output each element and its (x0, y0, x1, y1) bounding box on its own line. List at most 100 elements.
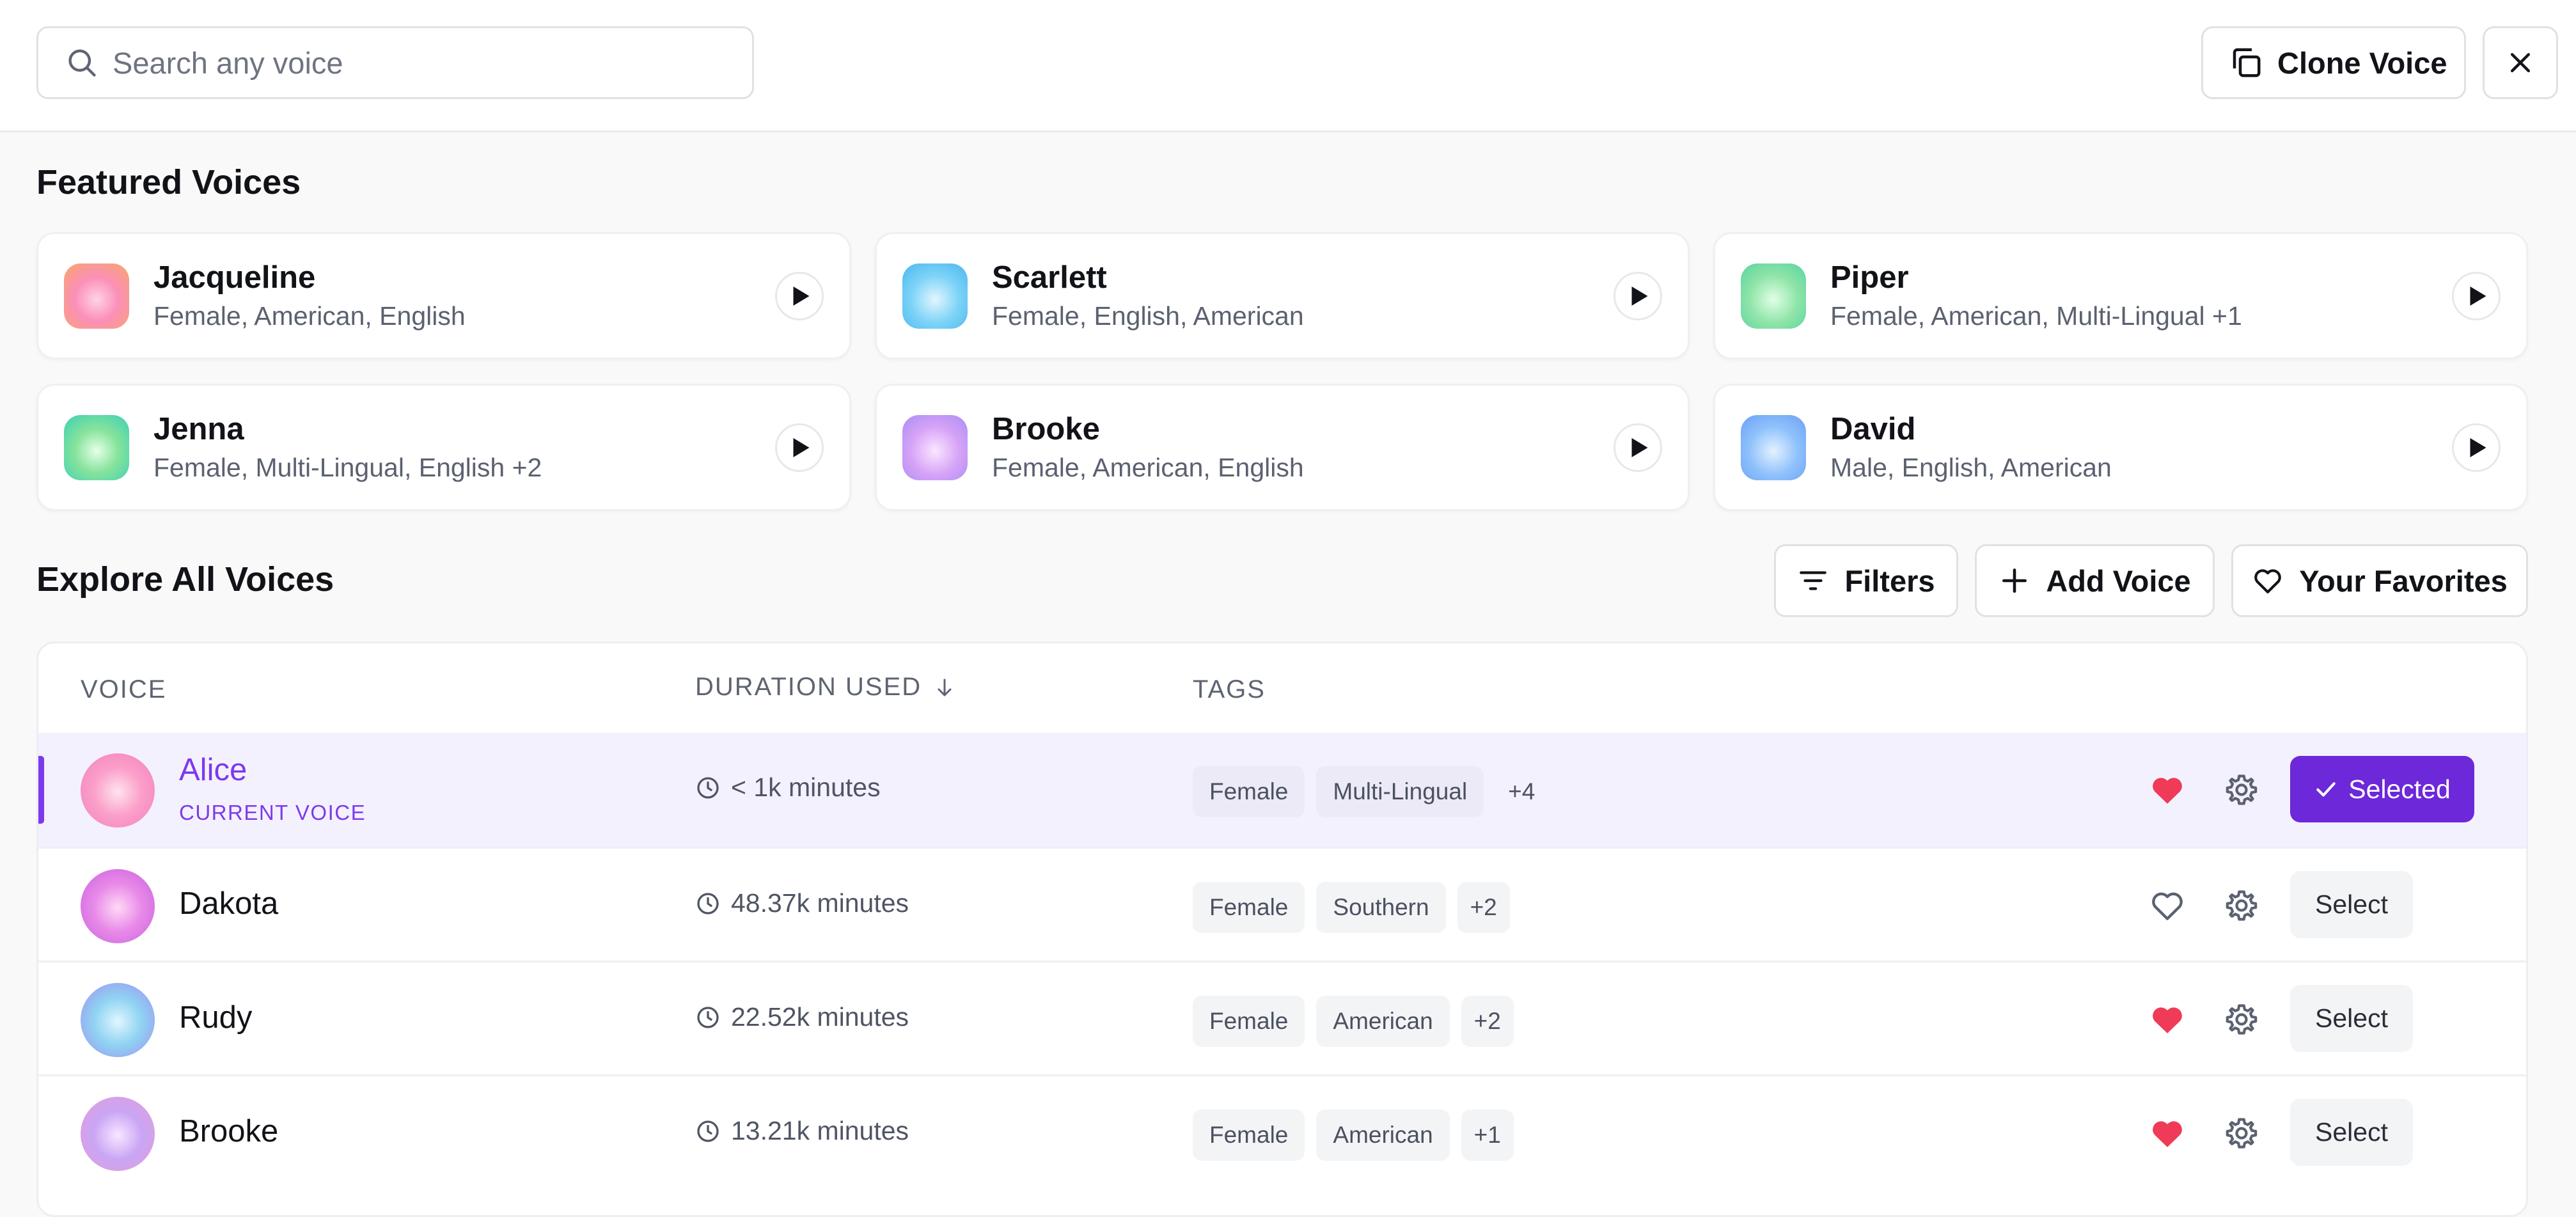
gear-icon[interactable] (2224, 1115, 2259, 1151)
featured-voice-card[interactable]: Jenna Female, Multi-Lingual, English +2 (36, 384, 851, 511)
more-tags-badge[interactable]: +2 (1461, 996, 1514, 1047)
featured-voice-tags: Female, American, Multi-Lingual +1 (1830, 301, 2242, 331)
heart-filled-icon[interactable] (2149, 1115, 2186, 1152)
add-voice-label: Add Voice (2046, 563, 2191, 598)
select-button[interactable]: Select (2290, 1099, 2413, 1166)
voice-tags: Female Multi-Lingual +4 (1193, 766, 1548, 817)
play-icon (1631, 437, 1647, 457)
search-icon (68, 49, 96, 77)
featured-voice-tags: Female, English, American (992, 301, 1304, 331)
featured-voice-name: Brooke (992, 411, 1100, 446)
clock-icon (697, 776, 719, 799)
filters-label: Filters (1844, 563, 1935, 598)
play-button[interactable] (775, 423, 824, 472)
duration-used: 22.52k minutes (695, 1002, 909, 1032)
featured-voice-name: David (1830, 411, 1916, 446)
more-tags-badge[interactable]: +2 (1457, 882, 1510, 933)
table-row[interactable]: Alice CURRENT VOICE < 1k minutes Female … (38, 733, 2526, 847)
play-button[interactable] (2452, 423, 2501, 472)
tag-badge: American (1316, 1110, 1450, 1161)
voice-name: Alice (179, 753, 247, 787)
clock-icon (697, 1006, 719, 1028)
featured-voices-grid: Jacqueline Female, American, English Sca… (36, 232, 2528, 511)
voice-avatar (81, 869, 155, 943)
arrow-down-icon (938, 679, 952, 696)
heart-filled-icon[interactable] (2149, 1001, 2186, 1038)
featured-voice-card[interactable]: Scarlett Female, English, American (875, 232, 1690, 359)
table-row[interactable]: Brooke 13.21k minutes Female American +1… (38, 1074, 2526, 1188)
close-button[interactable] (2483, 26, 2558, 99)
featured-voice-name: Jenna (153, 411, 244, 446)
voice-tags: Female American +2 (1193, 996, 1514, 1047)
featured-voice-tags: Male, English, American (1830, 452, 2112, 482)
voice-name: Rudy (179, 1000, 253, 1035)
select-button[interactable]: Select (2290, 985, 2413, 1052)
voice-avatar (902, 414, 968, 480)
duration-value: 13.21k minutes (731, 1116, 909, 1145)
featured-voice-tags: Female, American, English (153, 301, 466, 331)
search-box[interactable] (36, 26, 754, 99)
gear-icon[interactable] (2224, 888, 2259, 923)
column-header-duration-label: DURATION USED (695, 673, 922, 701)
featured-voice-name: Piper (1830, 260, 1909, 295)
duration-used: 13.21k minutes (695, 1116, 909, 1146)
filter-icon (1800, 571, 1827, 590)
tag-badge: Female (1193, 1110, 1305, 1161)
play-icon (2470, 437, 2486, 457)
play-button[interactable] (1614, 423, 1662, 472)
featured-voice-card[interactable]: Brooke Female, American, English (875, 384, 1690, 511)
voice-avatar (1741, 263, 1806, 329)
clock-icon (697, 1120, 719, 1142)
voice-tags: Female Southern +2 (1193, 882, 1510, 933)
plus-icon (2002, 569, 2027, 593)
duration-used: 48.37k minutes (695, 888, 909, 918)
voice-tags: Female American +1 (1193, 1110, 1514, 1161)
table-row[interactable]: Rudy 22.52k minutes Female American +2 S… (38, 961, 2526, 1074)
selected-label: Selected (2348, 774, 2451, 804)
more-tags-badge[interactable]: +1 (1461, 1110, 1514, 1161)
table-header: VOICE DURATION USED TAGS (38, 643, 2526, 733)
featured-voice-card[interactable]: Piper Female, American, Multi-Lingual +1 (1713, 232, 2528, 359)
column-header-voice: VOICE (81, 675, 167, 703)
play-button[interactable] (775, 271, 824, 320)
voice-avatar (64, 414, 129, 480)
heart-filled-icon[interactable] (2149, 771, 2186, 808)
voice-name: Dakota (179, 886, 279, 921)
featured-voice-tags: Female, American, English (992, 452, 1304, 482)
table-row[interactable]: Dakota 48.37k minutes Female Southern +2… (38, 847, 2526, 961)
play-button[interactable] (2452, 271, 2501, 320)
your-favorites-button[interactable]: Your Favorites (2231, 544, 2528, 617)
more-tags-badge[interactable]: +4 (1495, 766, 1548, 817)
play-icon (793, 286, 809, 306)
voice-avatar (81, 753, 155, 828)
featured-voice-card[interactable]: David Male, English, American (1713, 384, 2528, 511)
check-icon (2316, 782, 2336, 797)
tag-badge: American (1316, 996, 1450, 1047)
featured-voice-name: Jacqueline (153, 260, 316, 295)
play-icon (793, 437, 809, 457)
play-button[interactable] (1614, 271, 1662, 320)
tag-badge: Multi-Lingual (1316, 766, 1484, 817)
voices-table: VOICE DURATION USED TAGS Alice CURRENT V… (36, 641, 2528, 1217)
clone-voice-label: Clone Voice (2277, 45, 2447, 80)
filters-button[interactable]: Filters (1774, 544, 1958, 617)
selected-button[interactable]: Selected (2290, 756, 2474, 822)
tag-badge: Southern (1316, 882, 1446, 933)
clone-voice-button[interactable]: Clone Voice (2201, 26, 2466, 99)
gear-icon[interactable] (2224, 1001, 2259, 1037)
featured-voices-title: Featured Voices (36, 163, 301, 201)
duration-value: 48.37k minutes (731, 888, 909, 918)
voice-avatar (81, 983, 155, 1057)
column-header-duration[interactable]: DURATION USED (695, 673, 956, 702)
featured-voice-name: Scarlett (992, 260, 1107, 295)
your-favorites-label: Your Favorites (2299, 563, 2508, 598)
heart-outline-icon[interactable] (2149, 887, 2186, 924)
featured-voice-card[interactable]: Jacqueline Female, American, English (36, 232, 851, 359)
add-voice-button[interactable]: Add Voice (1975, 544, 2215, 617)
voice-avatar (81, 1097, 155, 1171)
column-header-tags: TAGS (1193, 675, 1266, 703)
search-input[interactable] (111, 44, 728, 81)
duration-used: < 1k minutes (695, 773, 881, 803)
gear-icon[interactable] (2224, 772, 2259, 808)
select-button[interactable]: Select (2290, 871, 2413, 938)
